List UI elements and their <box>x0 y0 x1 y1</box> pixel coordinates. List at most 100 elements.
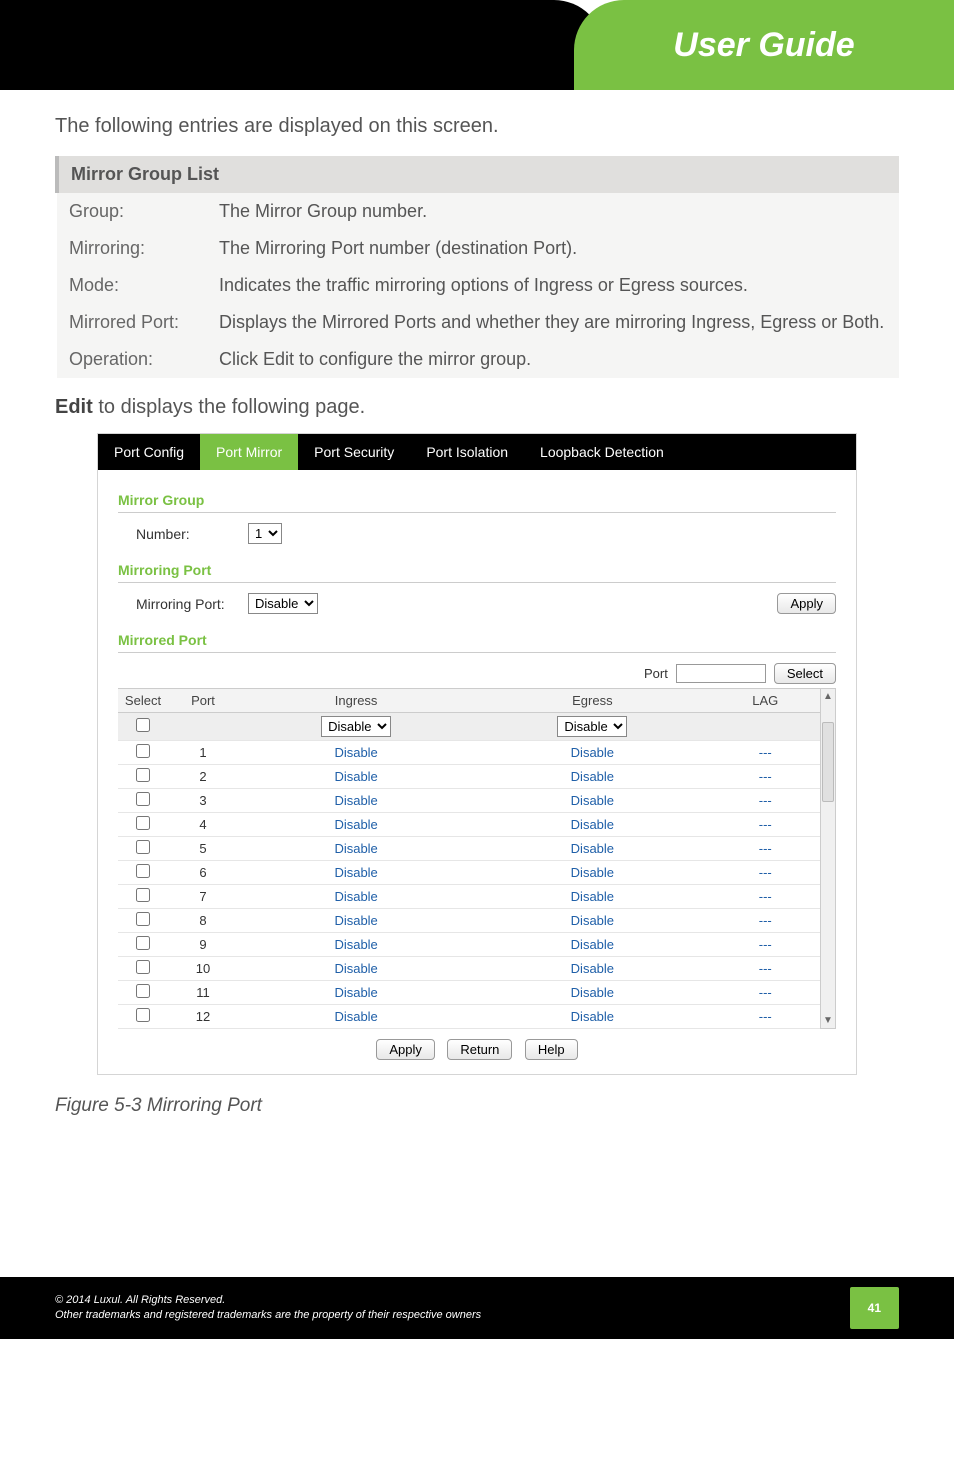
port-cell: 9 <box>168 933 238 957</box>
row-checkbox[interactable] <box>136 840 150 854</box>
port-select-button[interactable]: Select <box>774 663 836 684</box>
number-label: Number: <box>118 526 248 542</box>
row-checkbox[interactable] <box>136 960 150 974</box>
lag-cell: --- <box>710 981 820 1005</box>
lag-cell: --- <box>710 885 820 909</box>
table-row: 4DisableDisable--- <box>118 813 820 837</box>
table-row: 2DisableDisable--- <box>118 765 820 789</box>
table-row: 12DisableDisable--- <box>118 1005 820 1029</box>
egress-filter-select[interactable]: Disable <box>557 716 627 737</box>
ingress-cell: Disable <box>238 765 474 789</box>
egress-cell: Disable <box>474 933 710 957</box>
row-label: Group: <box>57 193 207 230</box>
table-row: 8DisableDisable--- <box>118 909 820 933</box>
apply-button[interactable]: Apply <box>376 1039 435 1060</box>
scroll-down-icon[interactable]: ▼ <box>823 1013 833 1028</box>
port-search-input[interactable] <box>676 664 766 683</box>
row-label: Operation: <box>57 341 207 378</box>
tab-loopback-detection[interactable]: Loopback Detection <box>524 434 680 470</box>
scroll-track[interactable] <box>821 704 835 1013</box>
select-all-checkbox[interactable] <box>136 718 150 732</box>
port-cell: 5 <box>168 837 238 861</box>
table-row: 10DisableDisable--- <box>118 957 820 981</box>
lag-cell: --- <box>710 957 820 981</box>
ingress-cell: Disable <box>238 837 474 861</box>
section-mirrored-port: Mirrored Port <box>118 632 836 653</box>
ingress-cell: Disable <box>238 741 474 765</box>
text-frag: to displays the following page. <box>93 396 365 418</box>
col-ingress: Ingress <box>238 689 474 713</box>
text-bold: Edit <box>55 396 93 418</box>
footer-text: © 2014 Luxul. All Rights Reserved. Other… <box>55 1293 810 1324</box>
egress-cell: Disable <box>474 957 710 981</box>
lag-cell: --- <box>710 765 820 789</box>
section-mirror-group: Mirror Group <box>118 492 836 513</box>
egress-cell: Disable <box>474 981 710 1005</box>
number-select[interactable]: 1 <box>248 523 282 544</box>
section-mirroring-port: Mirroring Port <box>118 562 836 583</box>
apply-mirroring-button[interactable]: Apply <box>777 593 836 614</box>
return-button[interactable]: Return <box>447 1039 512 1060</box>
port-cell: 6 <box>168 861 238 885</box>
mirror-group-row: Number: 1 <box>118 523 836 544</box>
tab-port-mirror[interactable]: Port Mirror <box>200 434 298 470</box>
row-desc: Click Edit to configure the mirror group… <box>207 341 899 378</box>
lag-cell: --- <box>710 909 820 933</box>
ingress-cell: Disable <box>238 885 474 909</box>
row-checkbox[interactable] <box>136 1008 150 1022</box>
ingress-cell: Disable <box>238 813 474 837</box>
port-table-region: Select Port Ingress Egress LAG Disable D… <box>118 688 836 1029</box>
port-cell: 12 <box>168 1005 238 1029</box>
row-checkbox[interactable] <box>136 888 150 902</box>
ingress-cell: Disable <box>238 909 474 933</box>
mirroring-port-select[interactable]: Disable <box>248 593 318 614</box>
scroll-thumb[interactable] <box>822 722 834 802</box>
text-bold: Edit <box>263 349 294 369</box>
col-select: Select <box>118 689 168 713</box>
table-row: Mirroring: The Mirroring Port number (de… <box>57 230 899 267</box>
table-row: 5DisableDisable--- <box>118 837 820 861</box>
egress-cell: Disable <box>474 837 710 861</box>
tab-port-security[interactable]: Port Security <box>298 434 410 470</box>
scrollbar[interactable]: ▲ ▼ <box>820 688 836 1029</box>
row-checkbox[interactable] <box>136 744 150 758</box>
lag-cell: --- <box>710 861 820 885</box>
text-frag: Click <box>219 349 263 369</box>
row-checkbox[interactable] <box>136 912 150 926</box>
row-desc: Indicates the traffic mirroring options … <box>207 267 899 304</box>
row-checkbox[interactable] <box>136 864 150 878</box>
page-footer: © 2014 Luxul. All Rights Reserved. Other… <box>0 1277 954 1339</box>
doc-title: User Guide <box>673 26 854 65</box>
port-cell: 7 <box>168 885 238 909</box>
mirroring-port-label: Mirroring Port: <box>118 596 248 612</box>
trademark-line: Other trademarks and registered trademar… <box>55 1308 810 1323</box>
table-row: 1DisableDisable--- <box>118 741 820 765</box>
header-title-pill: User Guide <box>574 0 954 90</box>
row-checkbox[interactable] <box>136 768 150 782</box>
lag-cell: --- <box>710 1005 820 1029</box>
table-row: 11DisableDisable--- <box>118 981 820 1005</box>
table-row: 3DisableDisable--- <box>118 789 820 813</box>
row-desc: The Mirror Group number. <box>207 193 899 230</box>
row-desc: Displays the Mirrored Ports and whether … <box>207 304 899 341</box>
mirror-group-list-table: Mirror Group List Group: The Mirror Grou… <box>55 156 899 378</box>
row-checkbox[interactable] <box>136 792 150 806</box>
ingress-cell: Disable <box>238 789 474 813</box>
lag-cell: --- <box>710 813 820 837</box>
help-button[interactable]: Help <box>525 1039 578 1060</box>
egress-cell: Disable <box>474 789 710 813</box>
tab-port-config[interactable]: Port Config <box>98 434 200 470</box>
col-lag: LAG <box>710 689 820 713</box>
tab-port-isolation[interactable]: Port Isolation <box>410 434 524 470</box>
ingress-filter-select[interactable]: Disable <box>321 716 391 737</box>
egress-cell: Disable <box>474 813 710 837</box>
scroll-up-icon[interactable]: ▲ <box>823 689 833 704</box>
row-label: Mode: <box>57 267 207 304</box>
tab-bar: Port Config Port Mirror Port Security Po… <box>98 434 856 470</box>
port-search-row: Port Select <box>118 663 836 684</box>
copyright-line: © 2014 Luxul. All Rights Reserved. <box>55 1293 810 1308</box>
lag-cell: --- <box>710 789 820 813</box>
row-checkbox[interactable] <box>136 936 150 950</box>
row-checkbox[interactable] <box>136 816 150 830</box>
row-checkbox[interactable] <box>136 984 150 998</box>
